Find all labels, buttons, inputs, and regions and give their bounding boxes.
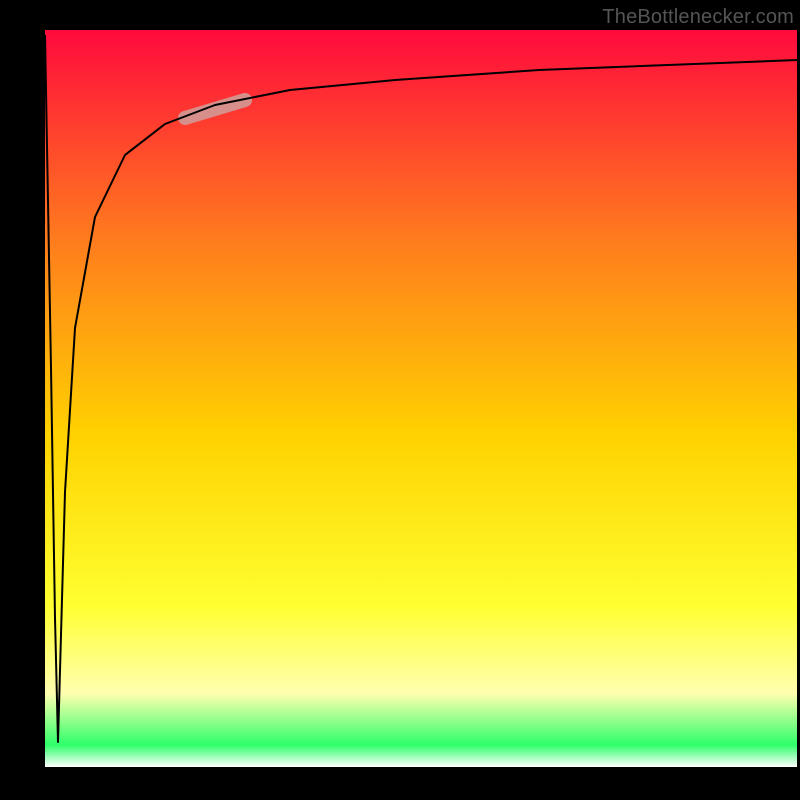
plot-area bbox=[45, 30, 797, 767]
watermark-label: TheBottlenecker.com bbox=[602, 6, 794, 29]
gradient-background bbox=[45, 30, 797, 767]
chart-frame: TheBottlenecker.com bbox=[0, 0, 800, 800]
chart-svg bbox=[45, 30, 797, 767]
